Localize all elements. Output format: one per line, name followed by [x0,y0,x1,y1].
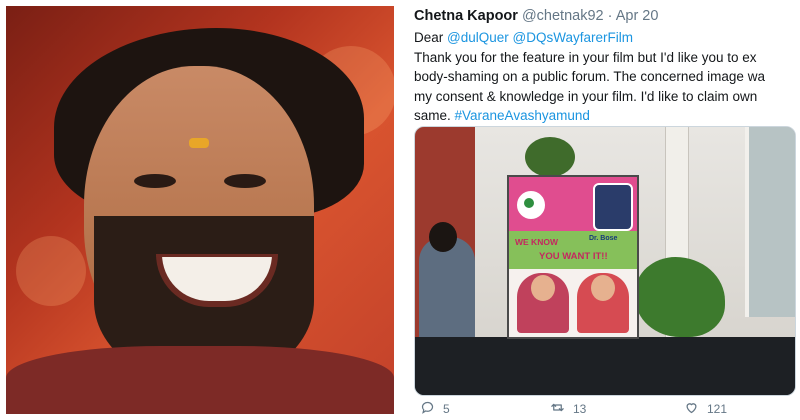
person-head [429,222,457,252]
mention-wayfarer[interactable]: @DQsWayfarerFilm [513,30,633,45]
retweet-icon [550,400,565,418]
tweet-line-3: body-shaming on a public forum. The conc… [414,69,765,84]
mention-dulquer[interactable]: @dulQuer [447,30,509,45]
forehead-mark [189,138,209,148]
poster-woman-2-face [591,275,615,301]
tweet-action-bar: 5 13 121 [414,400,794,416]
poster-doctor-label: Dr. Bose [589,235,618,242]
author-handle[interactable]: @chetnak92 [522,8,604,24]
author-name[interactable]: Chetna Kapoor [414,8,518,24]
billboard-poster: WE KNOW Dr. Bose YOU WANT IT!! [507,175,639,339]
tweet-line-2: Thank you for the feature in your film b… [414,49,757,65]
poster-slogan-1: WE KNOW [515,237,558,247]
tweet-text: Dear @dulQuer @DQsWayfarerFilm Thank you… [414,28,794,126]
shirt [6,346,394,414]
reply-icon [420,400,435,418]
like-count: 121 [707,402,728,416]
same-text: same. [414,108,455,123]
retweet-button[interactable]: 13 [550,400,586,418]
tweet-header: Chetna Kapoor @chetnak92 · Apr 20 [414,8,658,24]
reply-count: 5 [443,402,450,416]
tweet-media-image[interactable]: WE KNOW Dr. Bose YOU WANT IT!! [414,126,796,396]
greeting-text: Dear [414,30,448,45]
window [745,127,795,317]
poster-woman-1-face [531,275,555,301]
reply-button[interactable]: 5 [420,400,450,418]
hashtag-link[interactable]: #VaraneAvashyamund [455,108,590,123]
heart-icon [684,400,699,418]
actor-photo [6,6,394,414]
poster-logo-mark [524,198,534,208]
tweet-date[interactable]: Apr 20 [616,8,659,24]
like-button[interactable]: 121 [684,400,727,418]
poster-slogan-2: YOU WANT IT!! [539,251,608,262]
tweet-card: Chetna Kapoor @chetnak92 · Apr 20 Dear @… [408,6,800,416]
separator-dot: · [607,8,613,24]
hanging-plant [525,137,575,177]
doctor-portrait [593,183,633,231]
person-silhouette [419,237,475,337]
floor [415,337,795,395]
tweet-line-4: my consent & knowledge in your film. I'd… [414,88,758,104]
eye-left [134,174,176,188]
retweet-count: 13 [573,402,587,416]
background-bokeh [16,236,86,306]
tweet-line-5: same. #VaraneAvashyamund [414,106,794,126]
eye-right [224,174,266,188]
tweet-line-1: Dear @dulQuer @DQsWayfarerFilm [414,28,794,48]
